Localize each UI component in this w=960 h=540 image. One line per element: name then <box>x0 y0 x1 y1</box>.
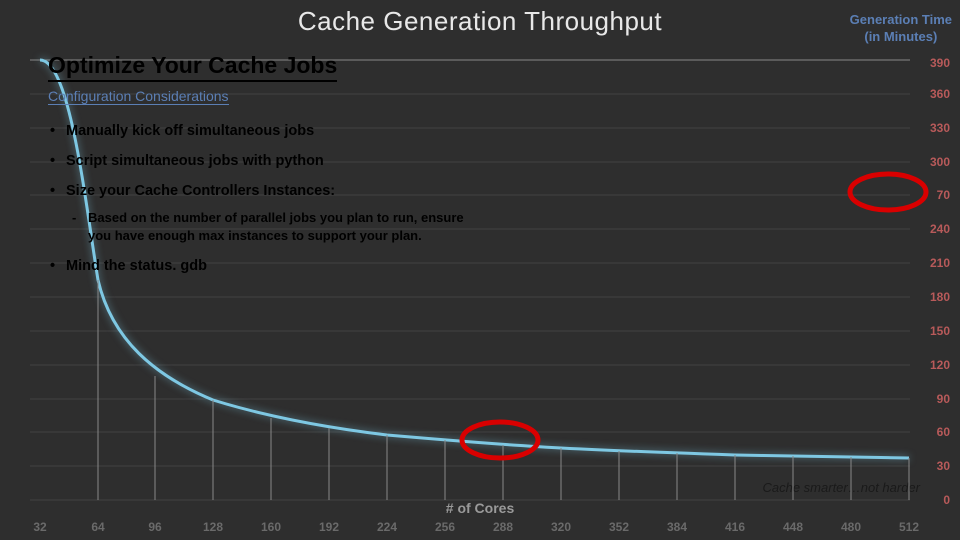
bullet-3: Size your Cache Controllers Instances: B… <box>66 183 478 244</box>
overlay-panel: Optimize Your Cache Jobs Configuration C… <box>48 52 478 288</box>
overlay-title: Optimize Your Cache Jobs <box>48 52 337 82</box>
overlay-subtitle: Configuration Considerations <box>48 88 229 105</box>
sub-bullet-list: Based on the number of parallel jobs you… <box>66 209 478 244</box>
sub-bullet-1: Based on the number of parallel jobs you… <box>88 209 478 244</box>
bullet-list: Manually kick off simultaneous jobs Scri… <box>48 123 478 274</box>
bullet-3-text: Size your Cache Controllers Instances: <box>66 183 335 199</box>
annotation-ellipse-2 <box>850 174 926 210</box>
annotation-ellipse-1 <box>462 422 538 458</box>
bullet-4: Mind the status. gdb <box>66 258 478 274</box>
bullet-2: Script simultaneous jobs with python <box>66 153 478 169</box>
curve-ticks <box>98 280 909 500</box>
bullet-1: Manually kick off simultaneous jobs <box>66 123 478 139</box>
